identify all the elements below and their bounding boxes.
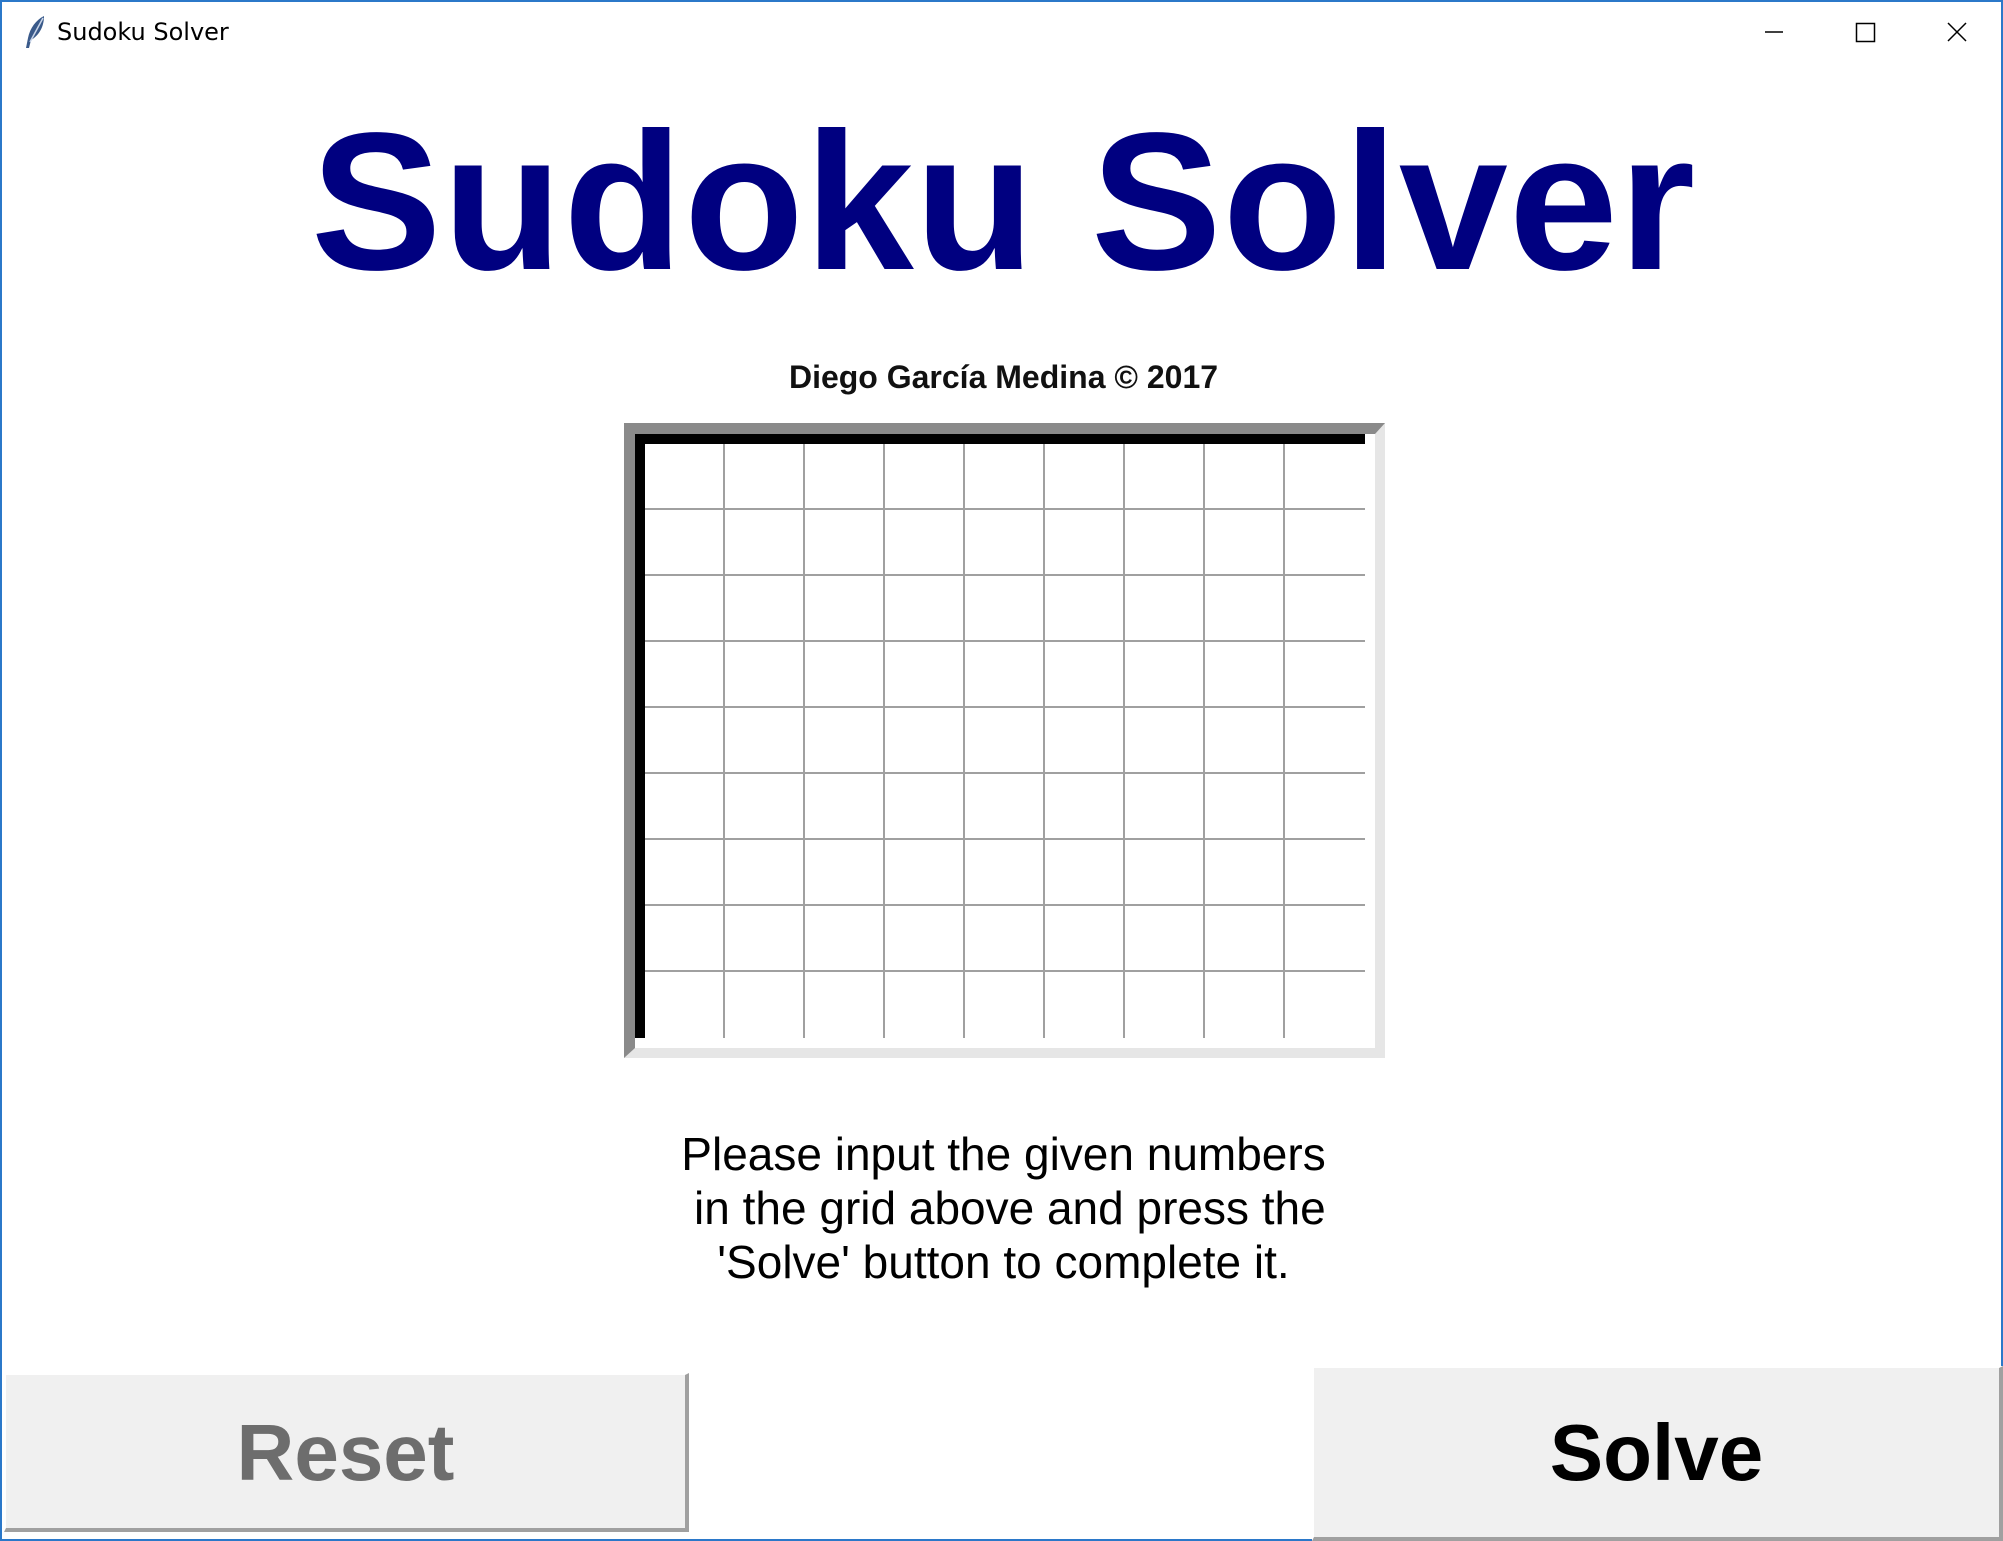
sudoku-cell[interactable] (885, 444, 965, 510)
sudoku-cell[interactable] (1045, 642, 1125, 708)
sudoku-cell[interactable] (1285, 972, 1365, 1038)
sudoku-cell[interactable] (645, 906, 725, 972)
copyright-credit: Diego García Medina © 2017 (788, 359, 1219, 395)
sudoku-cell[interactable] (1045, 840, 1125, 906)
instructions-line: Please input the given numbers (681, 1128, 1326, 1180)
maximize-button[interactable] (1819, 2, 1911, 62)
sudoku-cell[interactable] (1045, 972, 1125, 1038)
sudoku-cell[interactable] (805, 444, 885, 510)
sudoku-cell[interactable] (725, 510, 805, 576)
instructions-line: in the grid above and press the (681, 1182, 1326, 1234)
sudoku-cell[interactable] (885, 642, 965, 708)
instructions-text: Please input the given numbers in the gr… (2, 1127, 2003, 1289)
sudoku-cell[interactable] (1285, 708, 1365, 774)
sudoku-cell[interactable] (725, 642, 805, 708)
sudoku-cell[interactable] (725, 906, 805, 972)
sudoku-cell[interactable] (1205, 642, 1285, 708)
sudoku-cells (645, 444, 1365, 1038)
sudoku-cell[interactable] (805, 576, 885, 642)
sudoku-cell[interactable] (1205, 840, 1285, 906)
sudoku-cell[interactable] (1205, 906, 1285, 972)
sudoku-cell[interactable] (885, 708, 965, 774)
sudoku-grid-frame (624, 423, 1385, 1058)
sudoku-cell[interactable] (1125, 840, 1205, 906)
sudoku-cell[interactable] (1045, 906, 1125, 972)
sudoku-cell[interactable] (885, 972, 965, 1038)
sudoku-cell[interactable] (885, 774, 965, 840)
minimize-button[interactable] (1728, 2, 1820, 62)
sudoku-cell[interactable] (965, 576, 1045, 642)
sudoku-cell[interactable] (645, 444, 725, 510)
sudoku-cell[interactable] (1125, 576, 1205, 642)
sudoku-cell[interactable] (1285, 774, 1365, 840)
app-heading: Sudoku Solver (310, 92, 1697, 311)
title-bar[interactable]: Sudoku Solver (2, 2, 2001, 62)
sudoku-cell[interactable] (1285, 906, 1365, 972)
sudoku-cell[interactable] (645, 642, 725, 708)
sudoku-cell[interactable] (645, 972, 725, 1038)
sudoku-cell[interactable] (725, 444, 805, 510)
sudoku-cell[interactable] (1125, 642, 1205, 708)
sudoku-cell[interactable] (725, 774, 805, 840)
sudoku-cell[interactable] (965, 972, 1045, 1038)
sudoku-cell[interactable] (885, 510, 965, 576)
sudoku-cell[interactable] (725, 840, 805, 906)
sudoku-cell[interactable] (645, 774, 725, 840)
sudoku-cell[interactable] (965, 510, 1045, 576)
sudoku-cell[interactable] (1205, 774, 1285, 840)
sudoku-cell[interactable] (965, 642, 1045, 708)
sudoku-cell[interactable] (805, 510, 885, 576)
sudoku-cell[interactable] (805, 642, 885, 708)
sudoku-cell[interactable] (965, 444, 1045, 510)
app-window: Sudoku Solver Sudoku Solver Diego García… (0, 0, 2003, 1541)
sudoku-cell[interactable] (965, 906, 1045, 972)
sudoku-cell[interactable] (1285, 576, 1365, 642)
sudoku-cell[interactable] (1045, 774, 1125, 840)
sudoku-cell[interactable] (1205, 576, 1285, 642)
sudoku-cell[interactable] (1285, 840, 1365, 906)
sudoku-cell[interactable] (965, 840, 1045, 906)
sudoku-cell[interactable] (1045, 708, 1125, 774)
sudoku-cell[interactable] (805, 840, 885, 906)
sudoku-cell[interactable] (725, 972, 805, 1038)
sudoku-cell[interactable] (805, 972, 885, 1038)
sudoku-cell[interactable] (645, 840, 725, 906)
sudoku-cell[interactable] (1205, 444, 1285, 510)
sudoku-cell[interactable] (1205, 510, 1285, 576)
sudoku-cell[interactable] (645, 510, 725, 576)
sudoku-cell[interactable] (1045, 510, 1125, 576)
sudoku-cell[interactable] (1125, 444, 1205, 510)
sudoku-cell[interactable] (965, 708, 1045, 774)
sudoku-cell[interactable] (725, 576, 805, 642)
window-title: Sudoku Solver (57, 18, 229, 46)
sudoku-cell[interactable] (965, 774, 1045, 840)
sudoku-cell[interactable] (805, 906, 885, 972)
close-button[interactable] (1910, 2, 2002, 62)
sudoku-cell[interactable] (645, 576, 725, 642)
sudoku-cell[interactable] (1125, 774, 1205, 840)
sudoku-cell[interactable] (1285, 642, 1365, 708)
sudoku-cell[interactable] (885, 906, 965, 972)
sudoku-cell[interactable] (1125, 906, 1205, 972)
sudoku-cell[interactable] (805, 708, 885, 774)
sudoku-cell[interactable] (1205, 972, 1285, 1038)
reset-button[interactable]: Reset (4, 1373, 689, 1532)
sudoku-cell[interactable] (1125, 972, 1205, 1038)
sudoku-cell[interactable] (885, 840, 965, 906)
sudoku-cell[interactable] (725, 708, 805, 774)
sudoku-cell[interactable] (1205, 708, 1285, 774)
sudoku-cell[interactable] (1285, 510, 1365, 576)
sudoku-cell[interactable] (1045, 576, 1125, 642)
sudoku-cell[interactable] (1125, 708, 1205, 774)
feather-icon (22, 14, 50, 50)
sudoku-cell[interactable] (645, 708, 725, 774)
sudoku-cell[interactable] (1125, 510, 1205, 576)
solve-button[interactable]: Solve (1312, 1366, 2003, 1541)
sudoku-cell[interactable] (1045, 444, 1125, 510)
sudoku-cell[interactable] (1285, 444, 1365, 510)
sudoku-cell[interactable] (805, 774, 885, 840)
instructions-line: 'Solve' button to complete it. (717, 1236, 1290, 1288)
sudoku-grid (635, 434, 1365, 1038)
sudoku-cell[interactable] (885, 576, 965, 642)
